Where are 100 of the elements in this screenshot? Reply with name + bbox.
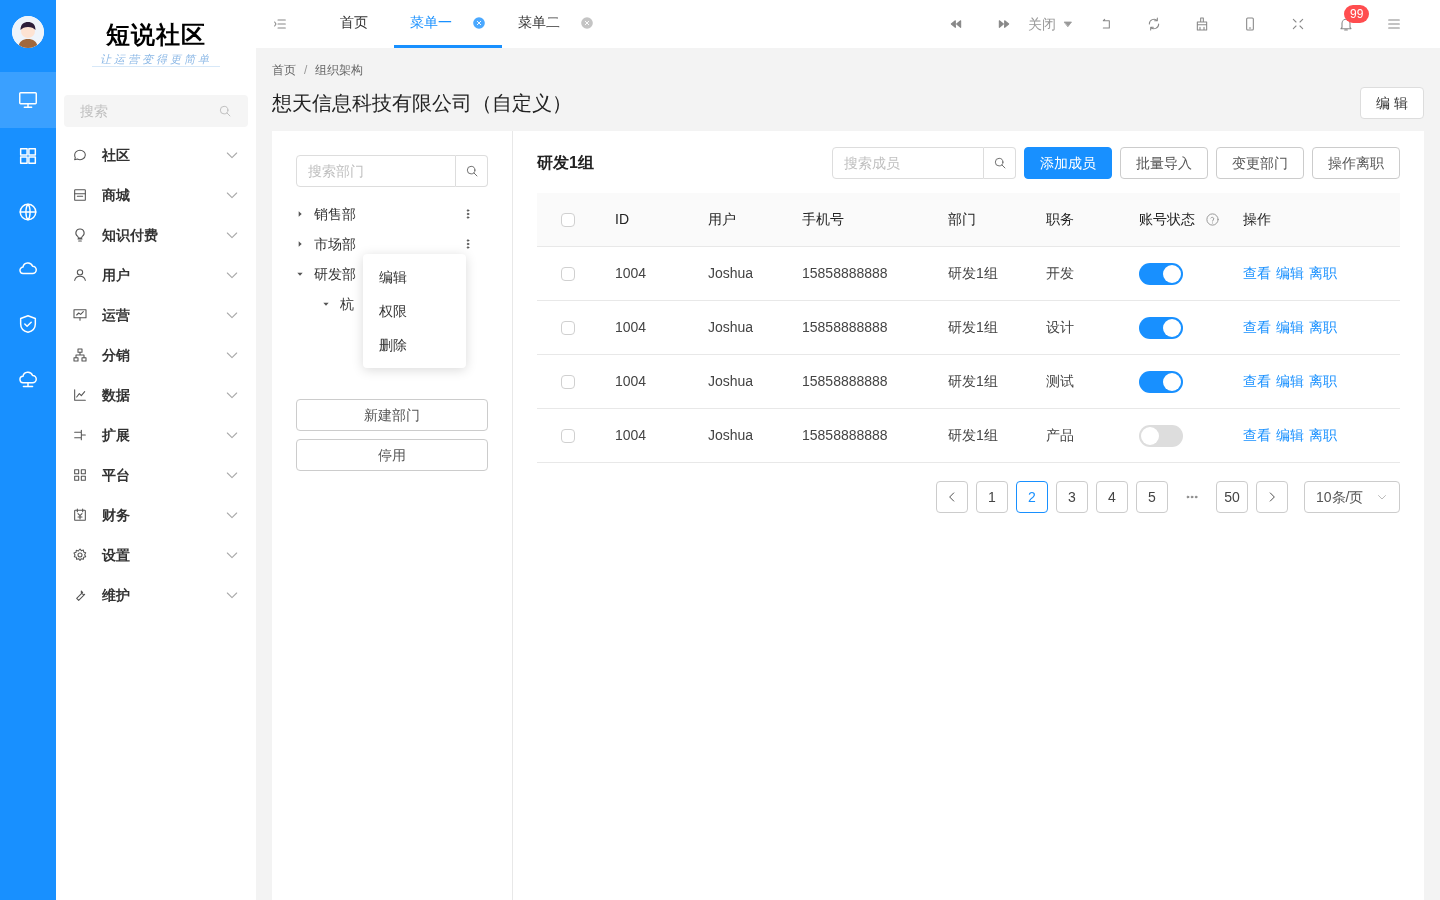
toggle-switch[interactable] [1139, 316, 1183, 339]
table-cell: 研发1组 [948, 427, 998, 443]
logo-title: 短说社区 [105, 20, 207, 50]
caret-right-icon[interactable] [296, 210, 304, 218]
store-icon [72, 187, 88, 203]
menu-option[interactable]: 编辑 [363, 260, 466, 294]
caret-down-icon [1062, 18, 1074, 30]
checkbox[interactable] [561, 428, 575, 443]
fullscreen-icon[interactable] [1290, 16, 1306, 32]
table-cell: Joshua [708, 265, 754, 281]
column-header: 操作 [1243, 210, 1271, 229]
page-button[interactable]: 4 [1096, 481, 1128, 513]
table-cell: 测试 [1046, 373, 1074, 389]
menu-item[interactable]: 商城 [64, 175, 248, 215]
checkbox[interactable] [561, 374, 575, 389]
page-title: 想天信息科技有限公司（自定义） [272, 91, 572, 116]
bulb-icon [72, 227, 88, 243]
caret-down-icon[interactable] [296, 270, 304, 278]
breadcrumb-link[interactable]: 首页 [272, 61, 296, 79]
column-header: ID [615, 210, 629, 229]
toolbar-button[interactable]: 批量导入 [1120, 147, 1208, 179]
toggle-switch[interactable] [1139, 370, 1183, 393]
column-header: 部门 [948, 210, 976, 229]
tree-node[interactable]: 市场部 [314, 233, 462, 255]
table-cell: 研发1组 [948, 319, 998, 335]
table-cell: Joshua [708, 373, 754, 389]
table-cell: 15858888888 [802, 427, 888, 443]
menu-option[interactable]: 删除 [363, 328, 466, 362]
menu-item[interactable]: 数据 [64, 375, 248, 415]
member-search-field[interactable]: 搜索成员 [832, 147, 984, 179]
search-icon [464, 164, 479, 178]
table-cell: 设计 [1046, 319, 1074, 335]
tab[interactable]: 首页 [314, 0, 394, 48]
menu-item[interactable]: 维护 [64, 575, 248, 615]
department-button[interactable]: 停用 [296, 439, 488, 471]
close-icon[interactable] [580, 15, 594, 30]
department-search-field[interactable]: 搜索部门 [296, 155, 456, 187]
department-button[interactable]: 新建部门 [296, 399, 488, 431]
finance-icon [72, 507, 88, 523]
group-title: 研发1组 [537, 153, 595, 173]
bell-icon[interactable] [1338, 16, 1354, 32]
table-cell: 1004 [615, 427, 647, 443]
table-cell: Joshua [708, 319, 754, 335]
menu-item[interactable]: 财务 [64, 495, 248, 535]
breadcrumb-item: 组织架构 [315, 62, 364, 79]
help-icon[interactable] [1205, 212, 1220, 227]
tab[interactable]: 菜单二 [502, 0, 610, 48]
table-cell: 15858888888 [802, 265, 888, 281]
checkbox[interactable] [561, 320, 575, 335]
toggle-switch[interactable] [1139, 262, 1183, 285]
menu-item[interactable]: 扩展 [64, 415, 248, 455]
menu-item[interactable]: 平台 [64, 455, 248, 495]
column-header: 职务 [1046, 210, 1074, 229]
column-header: 用户 [708, 210, 736, 229]
menu-item[interactable]: 运营 [64, 295, 248, 335]
menu-item[interactable]: 分销 [64, 335, 248, 375]
checkbox[interactable] [561, 266, 575, 281]
user-icon [72, 267, 88, 283]
toolbar-button[interactable]: 操作离职 [1312, 147, 1400, 179]
search-button[interactable] [984, 147, 1016, 179]
table-cell: 开发 [1046, 265, 1074, 281]
presentation-icon [72, 307, 88, 323]
logo-tagline: 让运营变得更简单 [92, 52, 220, 67]
toggle-switch[interactable] [1139, 424, 1183, 447]
search-icon [218, 104, 232, 118]
menu-option[interactable]: 权限 [363, 294, 466, 328]
avatar [12, 16, 44, 48]
toolbar-button[interactable]: 变更部门 [1216, 147, 1304, 179]
caret-right-icon[interactable] [296, 240, 304, 248]
menu-item[interactable]: 社区 [64, 135, 248, 175]
checkbox[interactable] [561, 212, 575, 227]
menu-item[interactable]: 用户 [64, 255, 248, 295]
table-cell: 1004 [615, 319, 647, 335]
search-icon [992, 156, 1007, 170]
table-cell: 研发1组 [948, 373, 998, 389]
table-cell: 15858888888 [802, 319, 888, 335]
search-button[interactable] [456, 155, 488, 187]
breadcrumb-separator: / [304, 62, 308, 79]
broom-icon[interactable] [1194, 16, 1210, 32]
table-cell: 1004 [615, 373, 647, 389]
page-button[interactable]: 5 [1136, 481, 1168, 513]
page-size-select[interactable]: 10条/页 [1304, 481, 1400, 513]
page-button[interactable]: 1 [976, 481, 1008, 513]
caret-down-icon[interactable] [322, 300, 330, 308]
edit-button[interactable]: 编 辑 [1360, 87, 1424, 119]
menu-icon[interactable] [1386, 16, 1402, 32]
page-button[interactable]: 3 [1056, 481, 1088, 513]
table-cell: Joshua [708, 427, 754, 443]
page-button[interactable]: 50 [1216, 481, 1248, 513]
grid-icon [17, 145, 39, 167]
rail-button[interactable] [0, 72, 56, 128]
menu-item[interactable]: 设置 [64, 535, 248, 575]
globe-icon [17, 201, 39, 223]
close-icon[interactable] [472, 15, 486, 30]
collapse-menu-icon[interactable] [272, 16, 288, 32]
tree-node[interactable]: 销售部 [314, 203, 462, 225]
menu-item[interactable]: 知识付费 [64, 215, 248, 255]
column-header: 手机号 [802, 210, 844, 229]
refresh-icon[interactable] [1146, 16, 1162, 32]
table-cell: 产品 [1046, 427, 1074, 443]
